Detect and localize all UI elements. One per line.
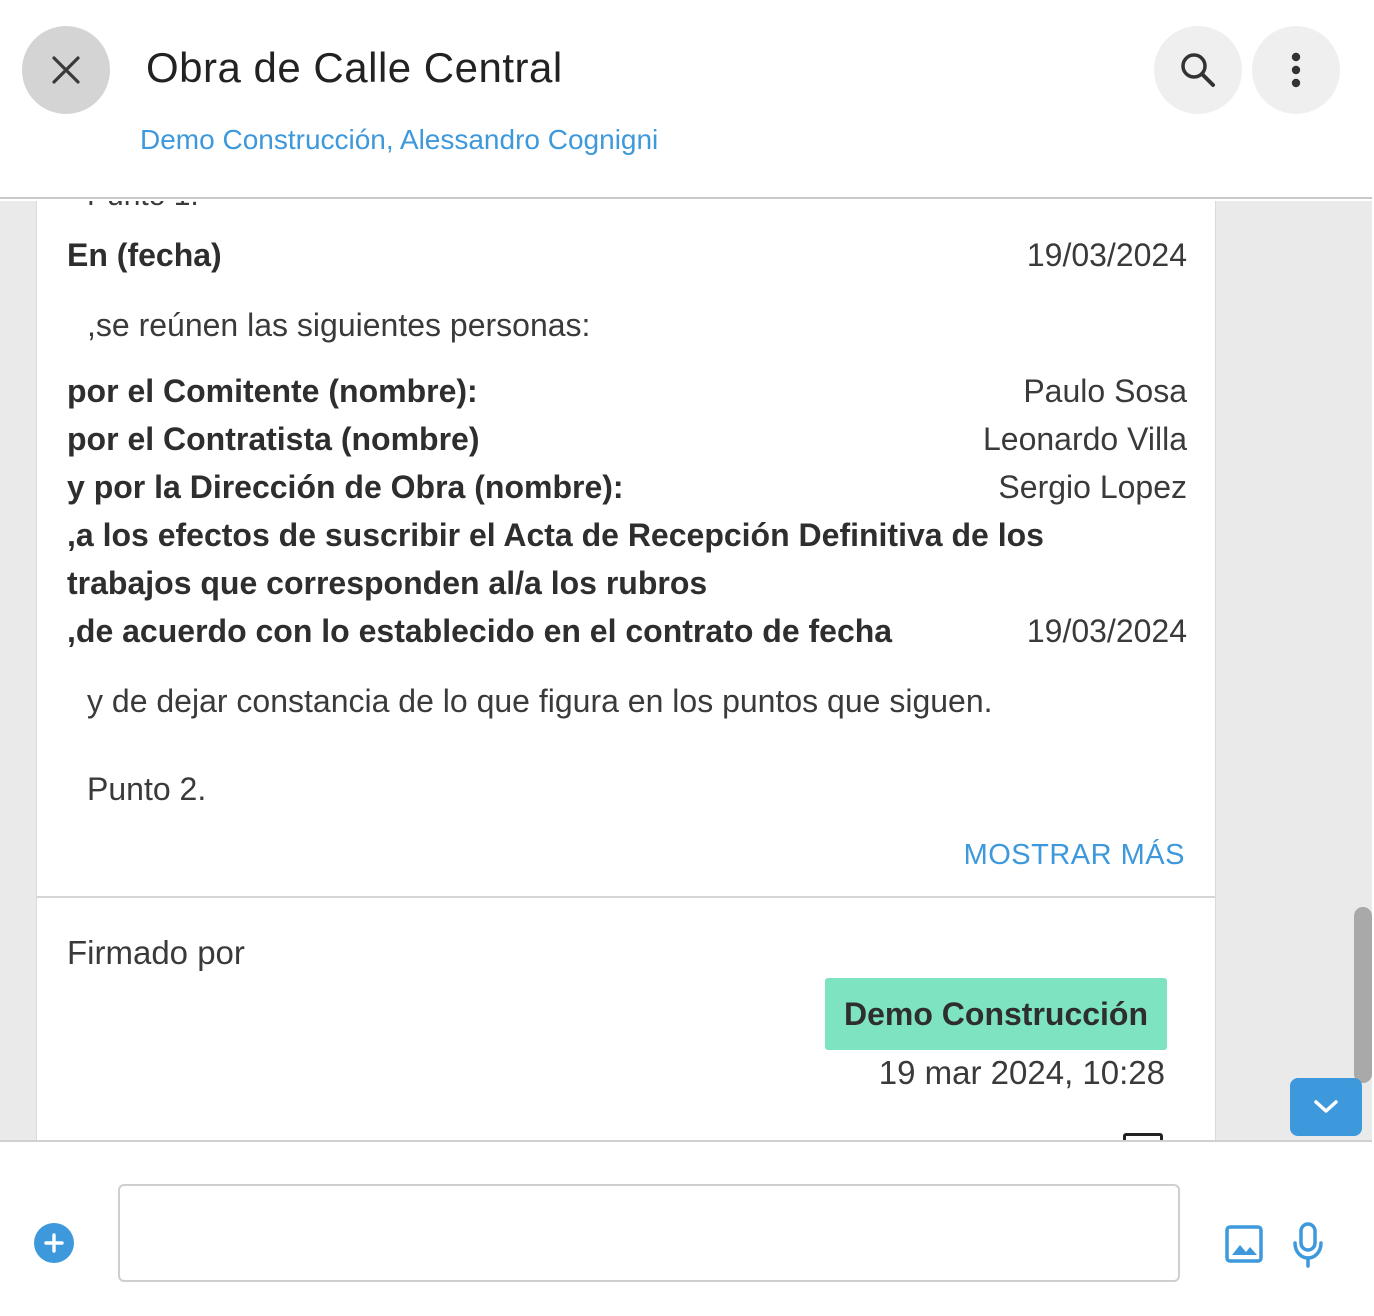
person-value: Sergio Lopez	[998, 469, 1187, 505]
signature-timestamp: 19 mar 2024, 10:28	[878, 1054, 1165, 1091]
person-value: Leonardo Villa	[982, 421, 1187, 457]
more-options-button[interactable]	[1252, 26, 1340, 114]
message-thread[interactable]: Punto 1. En (fecha) 19/03/2024 ,se reúne…	[0, 201, 1372, 1140]
contract-date-value: 19/03/2024	[1026, 613, 1187, 649]
chat-header: Obra de Calle Central Demo Construcción,…	[0, 0, 1372, 199]
person-label: por el Comitente (nombre):	[67, 373, 478, 409]
search-icon	[1181, 53, 1215, 87]
date-value: 19/03/2024	[1026, 237, 1187, 273]
date-label: En (fecha)	[67, 237, 222, 273]
more-vertical-icon	[1291, 52, 1301, 88]
message-input[interactable]	[118, 1184, 1180, 1282]
scroll-to-bottom-button[interactable]	[1290, 1078, 1362, 1136]
purpose-line: trabajos que corresponden al/a los rubro…	[67, 565, 708, 601]
card-divider	[37, 896, 1215, 898]
add-attachment-button[interactable]	[34, 1223, 74, 1263]
close-icon	[52, 56, 80, 84]
message-composer	[0, 1140, 1372, 1316]
image-button[interactable]	[1222, 1222, 1266, 1266]
add-circle-icon	[44, 1233, 64, 1253]
chevron-down-icon	[1314, 1100, 1338, 1113]
intro-text: ,se reúnen las siguientes personas:	[87, 307, 591, 343]
person-row: por el Comitente (nombre): Paulo Sosa	[67, 373, 1187, 410]
contract-date-label: ,de acuerdo con lo establecido en el con…	[67, 613, 893, 649]
person-label: y por la Dirección de Obra (nombre):	[67, 469, 624, 505]
image-icon	[1225, 1225, 1263, 1263]
search-button[interactable]	[1154, 26, 1242, 114]
person-label: por el Contratista (nombre)	[67, 421, 480, 457]
close-button[interactable]	[22, 26, 110, 114]
scrollbar-thumb[interactable]	[1354, 907, 1372, 1083]
chat-title: Obra de Calle Central	[146, 44, 563, 91]
person-row: y por la Dirección de Obra (nombre): Ser…	[67, 469, 1187, 506]
checkbox[interactable]	[1123, 1133, 1163, 1140]
point-2-heading: Punto 2.	[87, 771, 207, 807]
purpose-line: ,a los efectos de suscribir el Acta de R…	[67, 517, 1044, 553]
closing-text: y de dejar constancia de lo que figura e…	[87, 683, 993, 719]
show-more-link[interactable]: MOSTRAR MÁS	[964, 839, 1185, 872]
date-row: En (fecha) 19/03/2024	[67, 237, 1187, 274]
person-row: por el Contratista (nombre) Leonardo Vil…	[67, 421, 1187, 458]
signed-by-label: Firmado por	[67, 934, 245, 971]
contract-date-row: ,de acuerdo con lo establecido en el con…	[67, 613, 1187, 650]
chat-participants[interactable]: Demo Construcción, Alessandro Cognigni	[140, 124, 658, 156]
microphone-button[interactable]	[1288, 1220, 1328, 1270]
document-message-card: Punto 1. En (fecha) 19/03/2024 ,se reúne…	[36, 201, 1216, 1140]
clipped-point-heading: Punto 1.	[87, 201, 199, 213]
signer-badge: Demo Construcción	[825, 978, 1167, 1050]
person-value: Paulo Sosa	[1023, 373, 1187, 409]
microphone-icon	[1293, 1222, 1323, 1268]
